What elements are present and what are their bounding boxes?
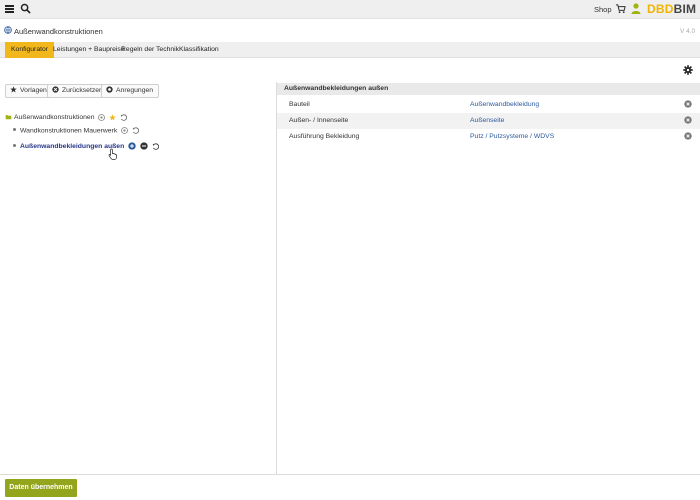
cart-icon[interactable]	[615, 3, 626, 14]
property-row: Außen- / Innenseite Außenseite	[277, 113, 700, 129]
footer-bar: Daten übernehmen	[0, 474, 700, 500]
undo-icon[interactable]	[132, 127, 139, 134]
star-icon	[10, 86, 17, 93]
tab-classification[interactable]: Klassifikation	[173, 42, 225, 58]
version-label: V 4.0	[680, 28, 696, 35]
info-icon[interactable]	[98, 113, 106, 121]
globe-icon	[4, 26, 12, 34]
tree-item-label: Wandkonstruktionen Mauerwerk	[20, 127, 118, 135]
apply-data-button[interactable]: Daten übernehmen	[5, 479, 77, 497]
remove-icon[interactable]	[140, 142, 148, 150]
settings-gear-icon[interactable]	[683, 65, 693, 75]
undo-icon[interactable]	[120, 114, 128, 121]
property-row: Bauteil Außenwandbekleidung	[277, 97, 700, 113]
favorite-star-icon[interactable]	[109, 114, 117, 121]
templates-label: Vorlagen	[20, 87, 47, 94]
top-bar: Shop DBDBIM	[0, 0, 700, 19]
property-key: Ausführung Bekleidung	[289, 133, 360, 140]
title-row: Außenwandkonstruktionen V 4.0	[0, 21, 700, 41]
tree-bullet	[13, 143, 16, 147]
tree-root-item[interactable]: Außenwandkonstruktionen	[5, 112, 128, 121]
folder-icon	[5, 115, 12, 120]
property-value-link[interactable]: Außenseite	[470, 117, 504, 124]
properties-header: Außenwandbekleidungen außen	[277, 83, 700, 95]
suggestion-icon	[106, 86, 113, 93]
user-icon[interactable]	[631, 3, 641, 14]
brand-part1: DBD	[647, 2, 674, 16]
add-icon[interactable]	[128, 142, 136, 150]
templates-button[interactable]: Vorlagen	[5, 84, 53, 98]
suggestions-button[interactable]: Anregungen	[101, 84, 160, 98]
clear-icon[interactable]	[684, 100, 692, 108]
property-value-link[interactable]: Außenwandbekleidung	[470, 101, 539, 108]
property-value-link[interactable]: Putz / Putzsysteme / WDVS	[470, 133, 554, 140]
reset-label: Zurücksetzen	[62, 87, 103, 94]
tree-root-label: Außenwandkonstruktionen	[14, 114, 95, 121]
property-key: Bauteil	[289, 101, 310, 108]
clear-icon[interactable]	[684, 116, 692, 124]
shop-link[interactable]: Shop	[594, 5, 612, 14]
reset-button[interactable]: Zurücksetzen	[47, 84, 109, 98]
tree-item-masonry-walls[interactable]: Wandkonstruktionen Mauerwerk	[13, 127, 139, 134]
clear-icon[interactable]	[684, 132, 692, 140]
reset-icon	[52, 86, 59, 93]
brand-logo[interactable]: DBDBIM	[647, 2, 696, 16]
property-row: Ausführung Bekleidung Putz / Putzsysteme…	[277, 129, 700, 145]
suggestions-label: Anregungen	[116, 87, 154, 94]
undo-icon[interactable]	[152, 142, 159, 150]
page-title: Außenwandkonstruktionen	[14, 27, 103, 36]
hand-cursor-icon	[108, 148, 117, 160]
tree-item-exterior-cladding[interactable]: Außenwandbekleidungen außen	[13, 142, 159, 150]
property-key: Außen- / Innenseite	[289, 117, 349, 124]
menu-icon[interactable]	[5, 5, 14, 13]
brand-part2: BIM	[673, 2, 697, 16]
search-icon[interactable]	[20, 3, 31, 14]
tree-bullet	[13, 128, 16, 132]
tab-bar: Konfigurator Leistungen + Baupreise Rege…	[0, 42, 700, 58]
info-icon[interactable]	[121, 127, 129, 134]
